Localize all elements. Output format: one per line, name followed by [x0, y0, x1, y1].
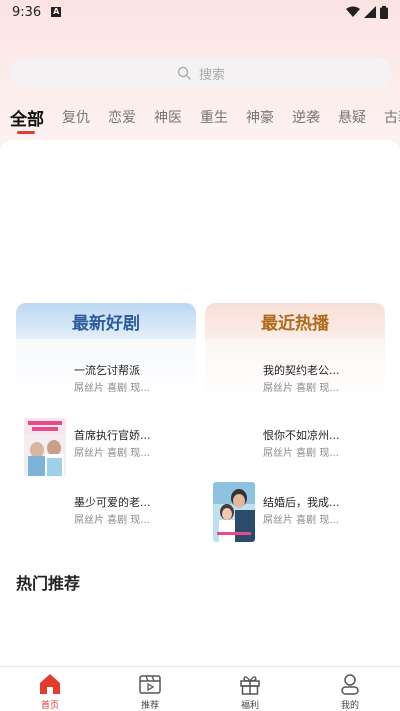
item-tags: 屌丝片 喜剧 现...: [263, 515, 339, 526]
gift-icon: [240, 676, 260, 695]
hot-dramas-card: 最近热播 我的契约老公... 屌丝片 喜剧 现... 恨你不如凉州... 屌丝片…: [205, 303, 385, 543]
nav-welfare[interactable]: 福利: [200, 667, 300, 711]
list-item[interactable]: 一流乞讨帮派 屌丝片 喜剧 现...: [16, 353, 196, 413]
popular-section-title: 热门推荐: [16, 574, 81, 593]
nav-recommend[interactable]: 推荐: [100, 667, 200, 711]
search-placeholder: 搜索: [198, 67, 225, 83]
item-title: 我的契约老公...: [263, 364, 340, 377]
status-indicators: [346, 5, 388, 19]
bottom-navigation: 首页 推荐 福利 我的: [0, 666, 400, 711]
category-tabs: 全部 复仇 恋爱 神医 重生 神豪 逆袭 悬疑 古装: [0, 103, 400, 139]
nav-home-label: 首页: [40, 701, 59, 711]
poster-thumbnail: [24, 485, 66, 543]
item-tags: 屌丝片 喜剧 现...: [263, 383, 339, 394]
user-icon: [341, 674, 359, 695]
item-title: 墨少可爱的老...: [74, 496, 151, 509]
new-dramas-card: 最新好剧 一流乞讨帮派 屌丝片 喜剧 现... 首席执行官娇... 屌丝片 喜剧…: [16, 303, 196, 543]
status-time: 9:36: [12, 4, 42, 20]
item-title: 恨你不如凉州...: [263, 429, 340, 442]
item-tags: 屌丝片 喜剧 现...: [74, 448, 150, 459]
tab-romance[interactable]: 恋爱: [108, 103, 136, 127]
tab-revenge[interactable]: 复仇: [62, 103, 90, 127]
item-title: 一流乞讨帮派: [74, 364, 140, 377]
tab-all[interactable]: 全部: [10, 103, 44, 134]
home-icon: [40, 674, 60, 694]
poster-thumbnail: [213, 482, 255, 542]
nav-mine-label: 我的: [340, 701, 359, 711]
item-tags: 屌丝片 喜剧 现...: [74, 383, 150, 394]
item-tags: 屌丝片 喜剧 现...: [74, 515, 150, 526]
status-bar: 9:36 A: [0, 0, 400, 24]
poster-thumbnail: [24, 418, 66, 476]
video-icon: [139, 675, 161, 694]
item-title: 首席执行官娇...: [74, 429, 151, 442]
tab-mystery[interactable]: 悬疑: [338, 103, 366, 127]
new-dramas-title[interactable]: 最新好剧: [16, 303, 196, 339]
poster-thumbnail: [213, 418, 255, 476]
banner-area[interactable]: [0, 140, 400, 293]
list-item[interactable]: 结婚后，我成... 屌丝片 喜剧 现...: [205, 482, 385, 543]
notification-icon: A: [51, 7, 62, 17]
nav-mine[interactable]: 我的: [300, 667, 400, 711]
new-dramas-list: 一流乞讨帮派 屌丝片 喜剧 现... 首席执行官娇... 屌丝片 喜剧 现...: [16, 339, 196, 543]
hot-dramas-list: 我的契约老公... 屌丝片 喜剧 现... 恨你不如凉州... 屌丝片 喜剧 现…: [205, 339, 385, 543]
hot-dramas-title[interactable]: 最近热播: [205, 303, 385, 339]
tab-rebirth[interactable]: 重生: [200, 103, 228, 127]
tab-comeback[interactable]: 逆袭: [292, 103, 320, 127]
list-item[interactable]: 墨少可爱的老... 屌丝片 喜剧 现...: [16, 485, 196, 543]
tab-doctor[interactable]: 神医: [154, 103, 182, 127]
tab-tycoon[interactable]: 神豪: [246, 103, 274, 127]
search-input[interactable]: 搜索: [10, 57, 392, 89]
search-icon: [177, 66, 191, 80]
list-item[interactable]: 恨你不如凉州... 屌丝片 喜剧 现...: [205, 418, 385, 478]
poster-thumbnail: [24, 353, 66, 411]
poster-thumbnail: [213, 353, 255, 411]
nav-home[interactable]: 首页: [0, 667, 100, 711]
list-item[interactable]: 首席执行官娇... 屌丝片 喜剧 现...: [16, 418, 196, 478]
nav-welfare-label: 福利: [240, 701, 259, 711]
nav-recommend-label: 推荐: [140, 701, 159, 711]
wifi-icon: [346, 6, 360, 17]
battery-icon: [380, 5, 388, 19]
tab-costume[interactable]: 古装: [384, 103, 400, 127]
item-title: 结婚后，我成...: [263, 496, 340, 509]
item-tags: 屌丝片 喜剧 现...: [263, 448, 339, 459]
signal-icon: [364, 6, 376, 18]
list-item[interactable]: 我的契约老公... 屌丝片 喜剧 现...: [205, 353, 385, 413]
